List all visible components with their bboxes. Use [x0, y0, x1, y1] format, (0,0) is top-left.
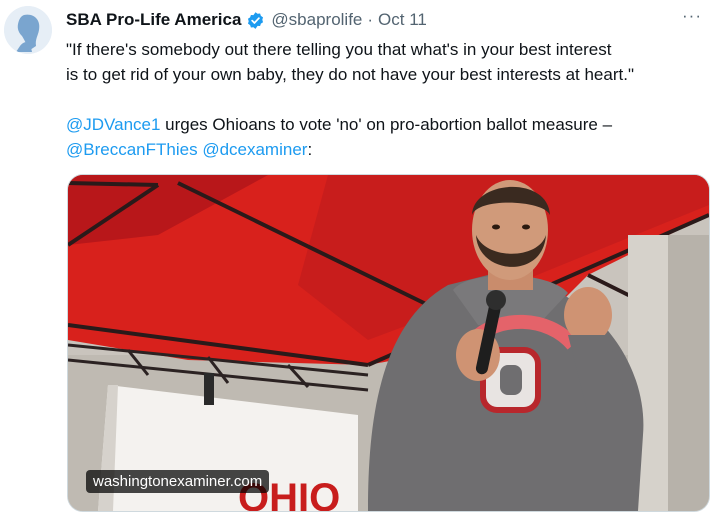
separator-dot: · — [367, 10, 374, 29]
tweet-text: "If there's somebody out there telling y… — [66, 37, 706, 162]
woman-silhouette-icon — [4, 6, 52, 54]
mention-jdvance1[interactable]: @JDVance1 — [66, 115, 160, 134]
quote-line-1: "If there's somebody out there telling y… — [66, 40, 612, 59]
author-name[interactable]: SBA Pro-Life America — [66, 10, 241, 30]
text-line-3-rest: urges Ohioans to vote 'no' on pro-aborti… — [160, 115, 613, 134]
media-watermark: washingtonexaminer.com — [86, 470, 270, 493]
mention-breccanfthies[interactable]: @BreccanFThies — [66, 140, 198, 159]
text-line-3: @JDVance1 urges Ohioans to vote 'no' on … — [66, 112, 706, 137]
avatar[interactable] — [4, 6, 52, 54]
mention-dcexaminer[interactable]: @dcexaminer — [202, 140, 307, 159]
quote-line-2: is to get rid of your own baby, they do … — [66, 65, 634, 84]
tweet-header: SBA Pro-Life America @sbaprolife · Oct 1… — [66, 8, 700, 32]
text-line-4: @BreccanFThies @dcexaminer: — [66, 137, 706, 162]
tweet-card[interactable]: SBA Pro-Life America @sbaprolife · Oct 1… — [0, 0, 720, 512]
colon: : — [307, 140, 313, 159]
tweet-media[interactable]: OHIO washingtonexaminer.com — [67, 174, 710, 512]
more-options-icon[interactable]: ··· — [682, 6, 702, 26]
verified-badge-icon — [248, 11, 264, 29]
author-handle[interactable]: @sbaprolife — [271, 10, 362, 30]
tweet-date[interactable]: Oct 11 — [378, 10, 427, 30]
media-photo: OHIO — [68, 175, 709, 511]
